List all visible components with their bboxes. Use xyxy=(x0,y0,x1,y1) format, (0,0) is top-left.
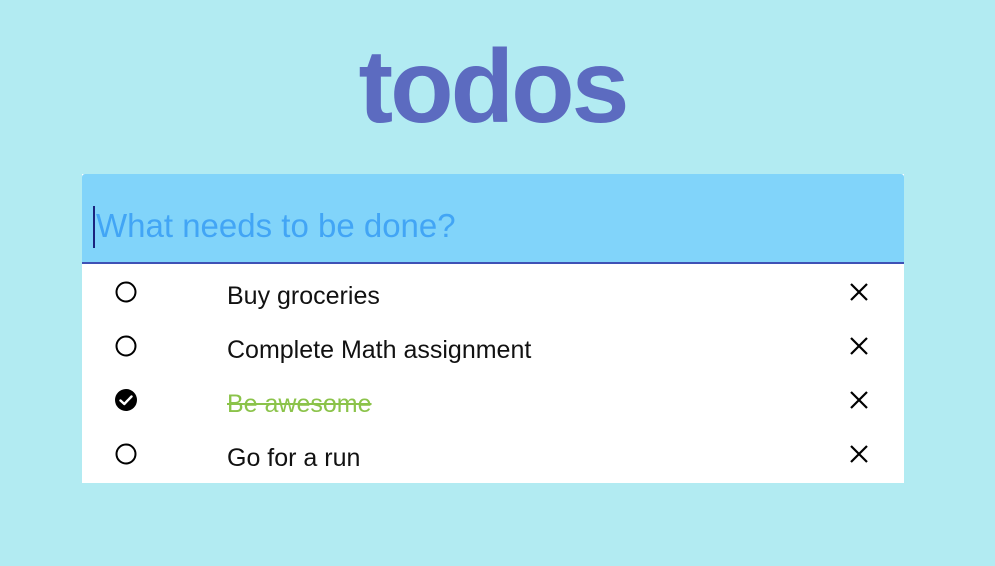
todo-label[interactable]: Buy groceries xyxy=(227,281,380,311)
todo-item: Go for a run xyxy=(82,429,904,483)
app-title: todos xyxy=(358,29,629,145)
circle-outline-icon[interactable] xyxy=(114,334,138,358)
todo-card: Buy groceries Complete Math assignment xyxy=(82,174,904,483)
close-icon[interactable] xyxy=(848,443,870,465)
todo-list: Buy groceries Complete Math assignment B… xyxy=(82,267,904,483)
text-cursor xyxy=(93,206,95,248)
todo-item: Buy groceries xyxy=(82,267,904,321)
close-icon[interactable] xyxy=(848,281,870,303)
todo-label[interactable]: Go for a run xyxy=(227,443,360,473)
check-circle-icon[interactable] xyxy=(114,388,138,412)
todo-label[interactable]: Be awesome xyxy=(227,389,372,419)
circle-outline-icon[interactable] xyxy=(114,280,138,304)
new-todo-container xyxy=(82,174,904,264)
circle-outline-icon[interactable] xyxy=(114,442,138,466)
todo-item: Be awesome xyxy=(82,375,904,429)
new-todo-input[interactable] xyxy=(94,202,886,250)
todo-item: Complete Math assignment xyxy=(82,321,904,375)
close-icon[interactable] xyxy=(848,389,870,411)
close-icon[interactable] xyxy=(848,335,870,357)
todo-label[interactable]: Complete Math assignment xyxy=(227,335,531,365)
